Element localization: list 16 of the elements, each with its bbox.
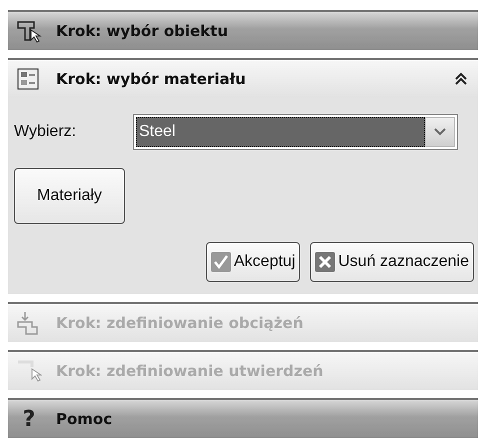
select-label: Wybierz:	[14, 123, 78, 141]
collapse-icon[interactable]	[454, 72, 468, 86]
help-icon: ?	[16, 406, 42, 432]
check-icon	[210, 252, 231, 272]
cursor-icon	[16, 359, 42, 383]
step-header[interactable]: Krok: wybór obiektu	[8, 10, 478, 50]
dropdown-button[interactable]	[425, 117, 455, 147]
cursor-icon	[16, 19, 42, 43]
accept-button[interactable]: Akceptuj	[206, 242, 300, 282]
material-select[interactable]: Steel	[133, 114, 458, 150]
chevron-down-icon	[434, 128, 446, 136]
clear-selection-button[interactable]: Usuń zaznaczenie	[310, 242, 474, 282]
help-header[interactable]: ? Pomoc	[8, 398, 478, 438]
step-header[interactable]: Krok: wybór materiału	[8, 58, 478, 98]
close-icon	[315, 252, 336, 272]
materials-button[interactable]: Materiały	[14, 168, 125, 224]
